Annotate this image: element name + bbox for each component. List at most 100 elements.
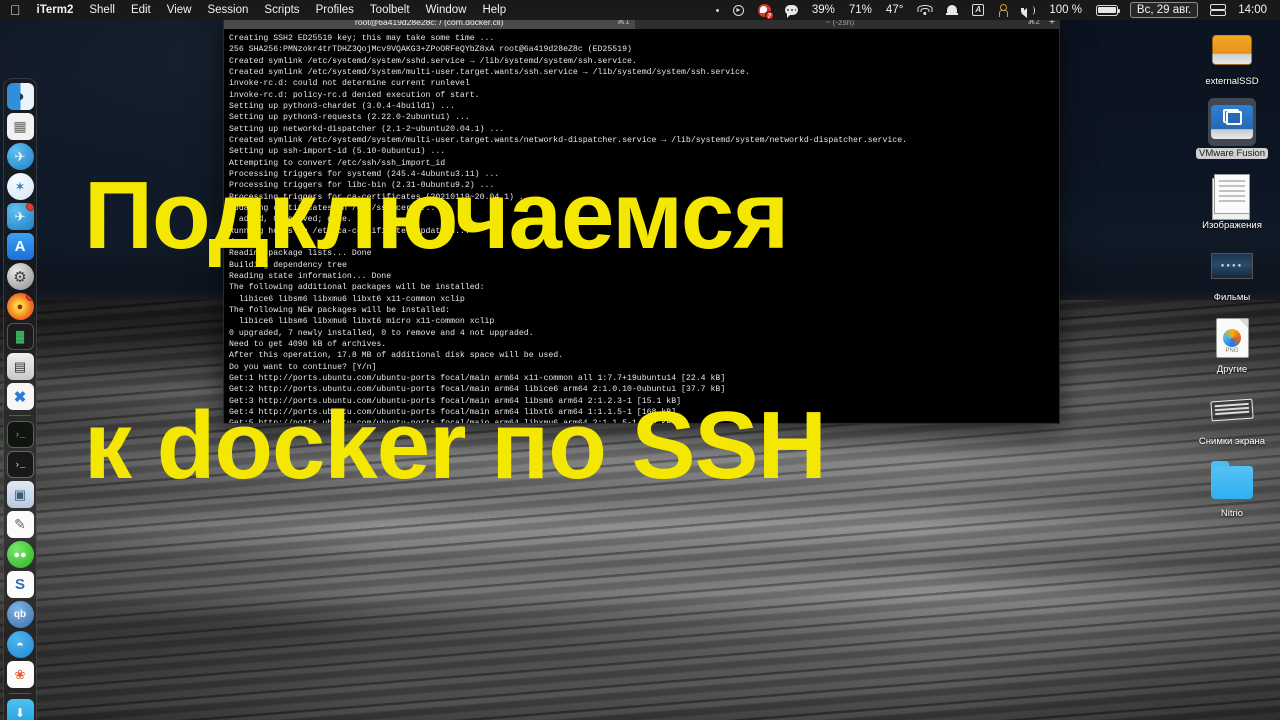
chat-bubble-icon[interactable] (778, 5, 805, 18)
memory-percent[interactable]: 71% (842, 0, 879, 20)
iterm-prompt-icon: ›_ (14, 429, 26, 440)
dock-separator-2 (9, 693, 31, 694)
dock-item-downloads[interactable]: ⬇ (6, 699, 34, 720)
dock-item-safari[interactable]: ✶ (6, 173, 34, 200)
battery-icon[interactable] (1089, 4, 1125, 16)
vmware-fusion-icon (1208, 98, 1256, 146)
terminal-line: The following additional packages will b… (229, 283, 485, 293)
cpu-percent[interactable]: 39% (805, 0, 842, 20)
screenshot-icon (1208, 386, 1256, 434)
desktop-icon-label: Снимки экрана (1198, 436, 1266, 447)
menu-item-toolbelt[interactable]: Toolbelt (362, 0, 418, 20)
terminal-line: Setting up ssh-import-id (5.10-0ubuntu1)… (229, 147, 446, 157)
battery-percent[interactable]: 100 % (1042, 0, 1089, 20)
evernote-icon: S (14, 576, 25, 593)
red-badge-icon[interactable]: 7 (751, 3, 778, 20)
paper-plane-icon: ✈ (14, 148, 26, 164)
dock-item-keynote[interactable]: ▣ (6, 481, 34, 508)
menu-bar:  iTerm2 Shell Edit View Session Scripts… (0, 0, 1280, 20)
dock-item-terminal[interactable]: ›_ (6, 451, 34, 478)
person-icon[interactable] (991, 4, 1014, 17)
dock-item-calculator[interactable]: ▤ (6, 353, 34, 380)
dock-item-photos[interactable]: ❀ (6, 661, 34, 688)
dock-item-telegram-blue[interactable]: ✈ (6, 143, 34, 170)
launchpad-icon: ▦ (13, 118, 27, 134)
dock-item-wechat[interactable]: ●● (6, 541, 34, 568)
menu-item-window[interactable]: Window (418, 0, 475, 20)
dock-item-docker[interactable]: ◓ (6, 631, 34, 658)
temperature-reading[interactable]: 47° (879, 0, 910, 20)
screen-record-icon[interactable] (726, 4, 751, 16)
qbittorrent-icon: qb (13, 609, 27, 620)
menu-item-help[interactable]: Help (474, 0, 514, 20)
input-source-icon[interactable]: A (965, 4, 991, 16)
desktop-icon-label: externalSSD (1205, 76, 1259, 87)
terminal-line: 256 SHA256:PMNzokr4trTDHZ3QojMcv9VQAKG3+… (229, 45, 632, 55)
menu-bar-date[interactable]: Вс, 29 авг. (1129, 2, 1199, 18)
menu-item-profiles[interactable]: Profiles (308, 0, 362, 20)
dock-item-system-settings[interactable]: ⚙ (6, 263, 34, 290)
desktop-icon-label: VMware Fusion (1196, 148, 1268, 159)
dock-item-evernote[interactable]: S (6, 571, 34, 598)
speaker-icon[interactable] (1014, 5, 1042, 18)
finder-icon: ◑ (15, 88, 25, 105)
terminal-line: Setting up python3-chardet (3.0.4-4build… (229, 101, 456, 111)
paper-plane-icon: ✈ (14, 208, 26, 224)
desktop-icon-label: Изображения (1202, 220, 1262, 231)
desktop-icon-label: Другие (1216, 364, 1248, 375)
terminal-line: Setting up networkd-dispatcher (2.1-2~ub… (229, 124, 505, 134)
dock-item-app-store[interactable]: A (6, 233, 34, 260)
wifi-icon[interactable] (910, 4, 939, 16)
desktop-icon-externalssd[interactable]: externalSSD (1190, 26, 1274, 87)
dock-item-iterm2[interactable]: ›_ (6, 421, 34, 448)
dock-item-launchpad[interactable]: ▦ (6, 113, 34, 140)
desktop-icon-label: Фильмы (1213, 292, 1251, 303)
desktop-icon-nitrio[interactable]: Nitrio (1190, 458, 1274, 519)
dock-item-telegram[interactable]: ✈ (6, 203, 34, 230)
dock-separator (9, 415, 31, 416)
presentation-icon: ▣ (13, 486, 27, 502)
status-dot-icon[interactable] (709, 8, 726, 12)
badge-icon (25, 293, 34, 301)
terminal-line: invoke-rc.d: could not determine current… (229, 79, 470, 89)
bell-icon[interactable] (939, 4, 965, 16)
compass-icon: ✶ (14, 178, 26, 194)
menu-item-scripts[interactable]: Scripts (256, 0, 307, 20)
desktop-icon-movies[interactable]: ●●●● Фильмы (1190, 242, 1274, 303)
dock-item-firefox[interactable]: ● (6, 293, 34, 320)
pencil-icon: ✎ (14, 516, 26, 532)
menu-item-edit[interactable]: Edit (123, 0, 159, 20)
gear-icon: ⚙ (13, 268, 27, 286)
desktop-icon-vmware-fusion[interactable]: VMware Fusion (1190, 98, 1274, 159)
dock-item-activity-monitor[interactable]: ▓ (6, 323, 34, 350)
apple-logo-icon[interactable]:  (8, 0, 29, 20)
menu-item-shell[interactable]: Shell (81, 0, 123, 20)
desktop-icon-images[interactable]: Изображения (1190, 170, 1274, 231)
terminal-line: Get:1 http://ports.ubuntu.com/ubuntu-por… (229, 373, 726, 383)
terminal-line: Creating SSH2 ED25519 key; this may take… (229, 34, 495, 43)
app-store-icon: A (14, 238, 26, 255)
terminal-line: Reading state information... Done (229, 271, 392, 281)
menu-item-session[interactable]: Session (199, 0, 256, 20)
menu-bar-clock[interactable]: 14:00 (1231, 0, 1274, 20)
vscode-icon: ✖ (13, 388, 27, 406)
terminal-line: libice6 libsm6 libxmu6 libxt6 x11-common… (229, 294, 465, 304)
menu-bar-app-menus:  iTerm2 Shell Edit View Session Scripts… (8, 0, 514, 20)
calculator-icon: ▤ (13, 358, 27, 374)
docker-whale-icon: ◓ (16, 637, 24, 652)
documents-stack-icon (1208, 170, 1256, 220)
dock-item-vscode[interactable]: ✖ (6, 383, 34, 410)
dock: ◑ ▦ ✈ ✶ ✈ A ⚙ ● ▓ ▤ ✖ ›_ ›_ ▣ ✎ ●● S qb … (3, 78, 37, 720)
desktop-icon-other[interactable]: PNG Другие (1190, 314, 1274, 375)
dock-item-finder[interactable]: ◑ (6, 83, 34, 110)
terminal-line: invoke-rc.d: policy-rc.d denied executio… (229, 90, 480, 100)
hard-drive-icon (1208, 26, 1256, 74)
terminal-line: libice6 libsm6 libxmu6 libxt6 micro x11-… (229, 317, 495, 327)
desktop-icon-screenshots[interactable]: Снимки экрана (1190, 386, 1274, 447)
terminal-line: 0 upgraded, 7 newly installed, 0 to remo… (229, 328, 534, 338)
dock-item-notes[interactable]: ✎ (6, 511, 34, 538)
menu-item-iterm2[interactable]: iTerm2 (29, 0, 82, 20)
dock-item-qbittorrent[interactable]: qb (6, 601, 34, 628)
menu-item-view[interactable]: View (159, 0, 200, 20)
control-center-icon[interactable] (1203, 4, 1231, 16)
